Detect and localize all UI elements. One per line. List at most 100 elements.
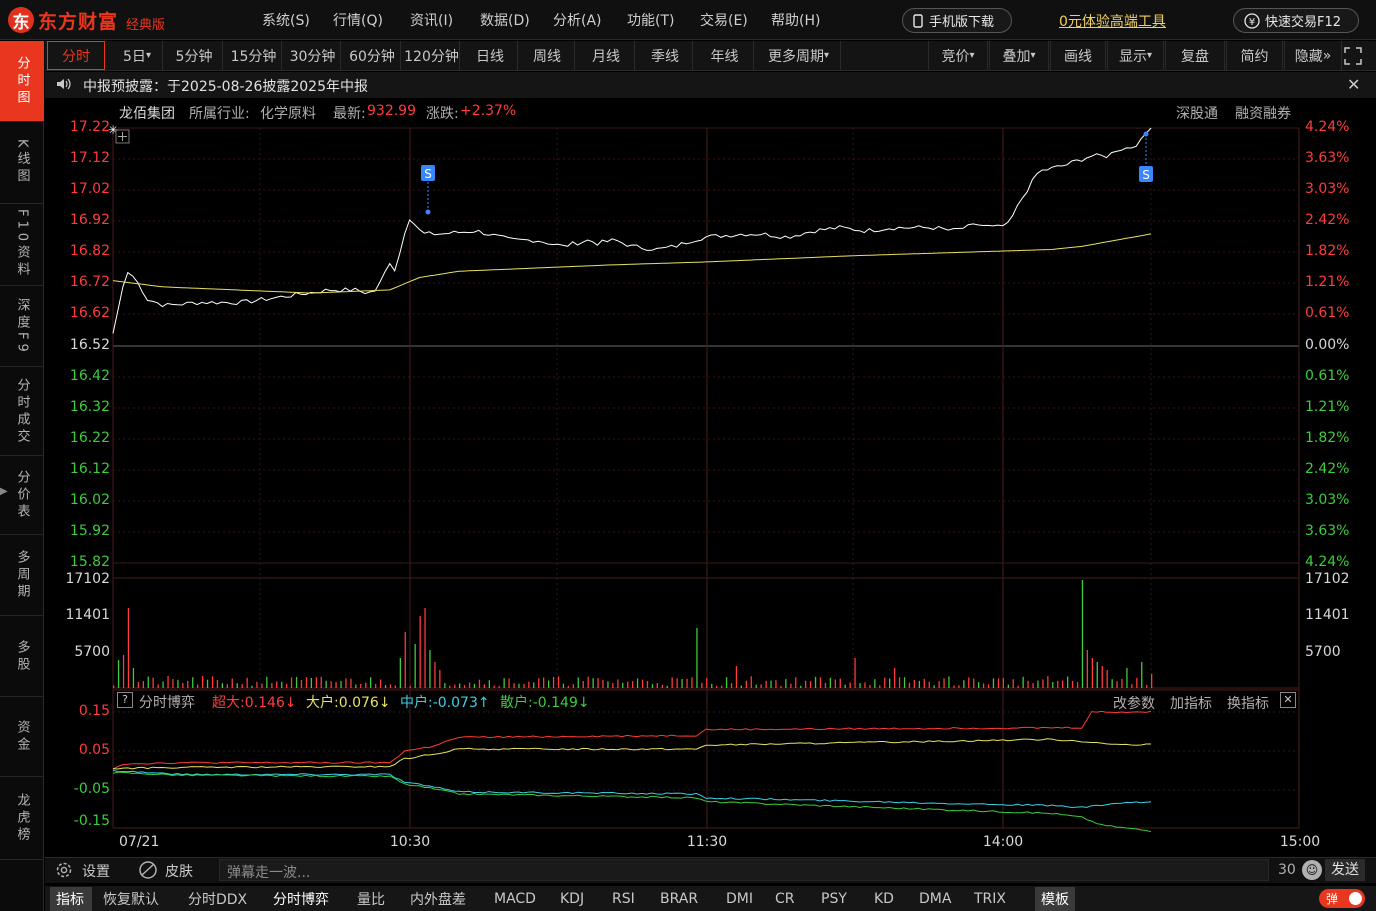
volume-bar (424, 608, 426, 688)
volume-bar (518, 683, 520, 688)
send-button[interactable]: 发送 (1325, 859, 1365, 881)
volume-bar (330, 681, 332, 688)
volume-bar (320, 676, 322, 688)
volume-bar (281, 681, 283, 688)
volume-bar (355, 684, 357, 688)
volume-bar (681, 679, 683, 688)
price-axis-left-label: 16.72 (69, 274, 110, 290)
volume-bar (483, 684, 485, 688)
tab-ddx[interactable]: 分时DDX (188, 887, 254, 911)
intraday-chart[interactable]: S S✳ (0, 0, 1376, 911)
tab-brar[interactable]: BRAR (660, 887, 706, 911)
volume-bar (429, 650, 431, 688)
tab-restore-default[interactable]: 恢复默认 (103, 887, 168, 911)
help-icon[interactable]: ? (117, 692, 133, 708)
switch-indicator-button[interactable]: 换指标 (1227, 693, 1269, 713)
volume-bar (182, 683, 184, 688)
volume-bar (543, 677, 545, 688)
volume-bar (236, 683, 238, 688)
volume-bar (839, 678, 841, 688)
volume-bar (127, 608, 130, 688)
volume-bar (1027, 680, 1029, 688)
volume-bar (503, 678, 505, 688)
tab-macd[interactable]: MACD (494, 887, 540, 911)
skin-label[interactable]: 皮肤 (165, 861, 193, 881)
volume-bar (696, 628, 698, 688)
tab-rsi[interactable]: RSI (612, 887, 642, 911)
tab-volume-ratio[interactable]: 量比 (357, 887, 392, 911)
volume-bar (948, 676, 950, 688)
danmaku-count: 30 (1278, 862, 1296, 878)
tab-kd[interactable]: KD (874, 887, 899, 911)
volume-bar (913, 680, 915, 688)
volume-bar (854, 658, 856, 688)
volume-bar (1096, 662, 1098, 688)
volume-bar (300, 679, 303, 688)
volume-axis-right-label: 5700 (1305, 644, 1341, 660)
volume-bar (513, 683, 515, 688)
toggle-label: 弹 (1326, 892, 1339, 906)
flow-large-line (112, 738, 1151, 770)
tab-template[interactable]: 模板 (1035, 887, 1075, 911)
volume-bar (711, 683, 713, 688)
price-axis-left-label: 16.12 (69, 461, 110, 477)
tab-psy[interactable]: PSY (821, 887, 854, 911)
flow-axis-label: 0.05 (78, 742, 110, 758)
settings-icon[interactable] (54, 860, 74, 884)
volume-bar (829, 677, 831, 688)
tab-cr[interactable]: CR (775, 887, 801, 911)
close-panel-icon[interactable]: ✕ (1280, 692, 1296, 708)
volume-bar (577, 677, 579, 688)
price-axis-left-label: 16.92 (69, 212, 110, 228)
volume-bar (745, 680, 747, 688)
volume-bar (1042, 679, 1044, 688)
emoji-icon[interactable]: ☺ (1302, 860, 1322, 880)
settings-label[interactable]: 设置 (82, 861, 110, 881)
volume-bar (884, 677, 886, 688)
price-axis-left-label: 15.92 (69, 523, 110, 539)
volume-bar (651, 684, 654, 688)
volume-bar (557, 676, 560, 688)
volume-bar (1012, 679, 1014, 688)
volume-bar (735, 666, 738, 688)
volume-bar (463, 685, 466, 688)
volume-bar (612, 683, 614, 688)
volume-bar (508, 678, 510, 688)
volume-bar (770, 680, 772, 688)
tab-trix[interactable]: TRIX (974, 887, 1012, 911)
volume-bar (1067, 676, 1069, 688)
danmaku-toggle[interactable]: 弹 (1319, 889, 1365, 908)
volume-bar (666, 685, 668, 688)
volume-bar (1022, 676, 1024, 688)
volume-bar (216, 679, 219, 688)
price-axis-right-label: 1.82% (1305, 430, 1350, 446)
tab-dmi[interactable]: DMI (726, 887, 756, 911)
volume-bar (602, 679, 604, 688)
volume-bar (459, 683, 461, 688)
edit-params-button[interactable]: 改参数 (1113, 693, 1155, 713)
volume-axis-right-label: 11401 (1305, 607, 1350, 623)
add-indicator-button[interactable]: 加指标 (1170, 693, 1212, 713)
volume-bar (656, 682, 658, 688)
flow-super-label: 超大:0.146↓ (212, 695, 297, 711)
tab-dma[interactable]: DMA (919, 887, 956, 911)
volume-bar (646, 681, 649, 688)
danmaku-input[interactable]: 弹幕走一波... (219, 859, 1269, 881)
skin-icon[interactable] (137, 859, 159, 885)
volume-bar (276, 681, 278, 688)
flow-large-label: 大户:0.076↓ (306, 695, 391, 711)
price-axis-left-label: 17.12 (69, 150, 110, 166)
volume-bar (676, 678, 678, 688)
volume-bar (340, 680, 342, 688)
tab-indicator[interactable]: 指标 (50, 887, 92, 911)
tab-kdj[interactable]: KDJ (560, 887, 592, 911)
price-axis-left-label: 16.22 (69, 430, 110, 446)
volume-bar (879, 685, 881, 688)
volume-bar (582, 681, 584, 688)
volume-bar (780, 685, 782, 688)
tab-in-out-diff[interactable]: 内外盘差 (410, 887, 474, 911)
volume-bar (533, 682, 535, 688)
avg-price-line (112, 233, 1152, 294)
price-axis-left-label: 16.42 (69, 368, 110, 384)
tab-flow-game[interactable]: 分时博弈 (273, 887, 339, 911)
